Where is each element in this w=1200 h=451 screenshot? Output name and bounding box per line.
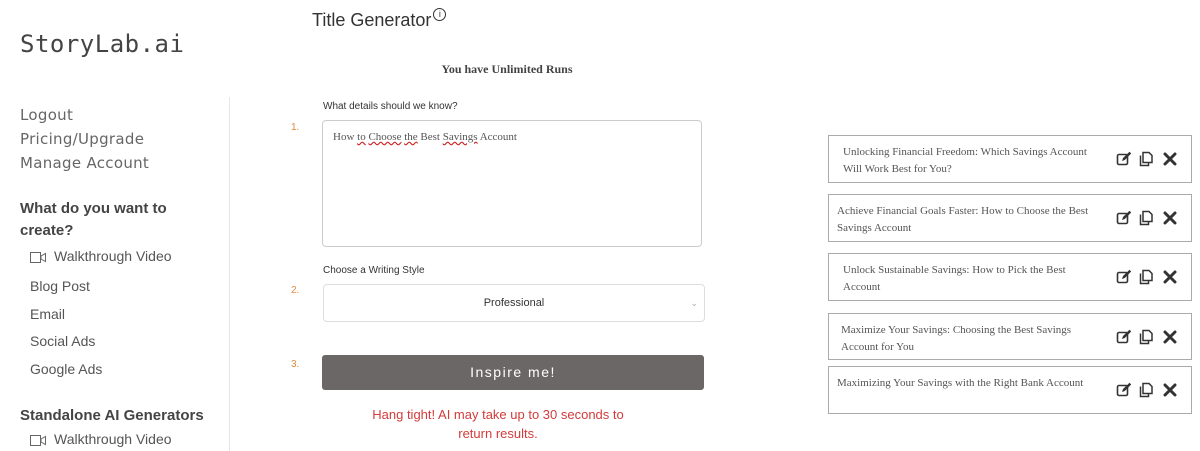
details-text: the: [404, 131, 418, 143]
copy-icon[interactable]: [1138, 381, 1156, 399]
result-title: Unlocking Financial Freedom: Which Savin…: [843, 146, 1087, 175]
pricing-upgrade-link[interactable]: Pricing/Upgrade: [20, 130, 144, 148]
wait-message: Hang tight! AI may take up to 30 seconds…: [340, 405, 656, 443]
result-card: Maximize Your Savings: Choosing the Best…: [828, 313, 1192, 360]
logout-link[interactable]: Logout: [20, 106, 73, 124]
close-icon[interactable]: [1161, 209, 1179, 227]
result-actions: [1115, 314, 1179, 359]
writing-style-value: Professional: [483, 297, 545, 309]
sidebar-item-google-ads[interactable]: Google Ads: [30, 361, 102, 377]
sidebar-item-social-ads[interactable]: Social Ads: [30, 333, 95, 349]
inspire-button[interactable]: Inspire me!: [322, 355, 704, 390]
details-text: to: [357, 131, 366, 143]
writing-style-label: Choose a Writing Style: [323, 265, 425, 276]
result-title: Maximizing Your Savings with the Right B…: [837, 377, 1084, 389]
runs-notice: You have Unlimited Runs: [441, 62, 573, 76]
close-icon[interactable]: [1161, 150, 1179, 168]
result-title: Unlock Sustainable Savings: How to Pick …: [843, 264, 1066, 293]
result-actions: [1115, 254, 1179, 300]
sidebar-item-label: Walkthrough Video: [54, 248, 172, 264]
result-actions: [1115, 136, 1179, 182]
result-card: Achieve Financial Goals Faster: How to C…: [828, 194, 1192, 242]
create-heading-line2: create?: [20, 222, 74, 239]
result-card: Unlocking Financial Freedom: Which Savin…: [828, 135, 1192, 183]
result-card: Unlock Sustainable Savings: How to Pick …: [828, 253, 1192, 301]
details-text: Savings: [442, 131, 478, 143]
result-title: Achieve Financial Goals Faster: How to C…: [837, 205, 1089, 234]
step-number-3: 3.: [291, 359, 300, 370]
create-heading-line1: What do you want to: [20, 200, 167, 217]
details-textarea[interactable]: How to Choose the Best Savings Account: [322, 120, 702, 247]
details-text: Best: [417, 131, 443, 143]
sidebar-item-blog-post[interactable]: Blog Post: [30, 278, 90, 294]
details-text: How: [333, 131, 358, 143]
wait-message-line1: Hang tight! AI may take up to 30 seconds…: [372, 407, 624, 422]
copy-icon[interactable]: [1138, 268, 1156, 286]
copy-icon[interactable]: [1138, 150, 1156, 168]
page-title: Title Generator i: [312, 8, 447, 31]
result-card: Maximizing Your Savings with the Right B…: [828, 366, 1192, 414]
details-label: What details should we know?: [323, 101, 458, 112]
manage-account-link[interactable]: Manage Account: [20, 154, 149, 172]
wait-message-line2: return results.: [458, 426, 538, 441]
chevron-down-icon: ⌄: [690, 298, 698, 308]
writing-style-select[interactable]: Professional ⌄: [323, 284, 705, 322]
step-number-2: 2.: [291, 285, 300, 296]
edit-icon[interactable]: [1115, 268, 1133, 286]
sidebar-item-walkthrough-video[interactable]: Walkthrough Video: [30, 248, 172, 264]
details-text: Choose: [368, 131, 402, 143]
edit-icon[interactable]: [1115, 150, 1133, 168]
standalone-heading: Standalone AI Generators: [20, 407, 204, 424]
edit-icon[interactable]: [1115, 328, 1133, 346]
edit-icon[interactable]: [1115, 381, 1133, 399]
step-number-1: 1.: [291, 122, 300, 133]
result-actions: [1115, 195, 1179, 241]
info-icon[interactable]: i: [433, 8, 447, 21]
details-text: Account: [477, 131, 517, 143]
close-icon[interactable]: [1161, 381, 1179, 399]
edit-icon[interactable]: [1115, 209, 1133, 227]
close-icon[interactable]: [1161, 268, 1179, 286]
copy-icon[interactable]: [1138, 328, 1156, 346]
copy-icon[interactable]: [1138, 209, 1156, 227]
logo[interactable]: StoryLab.ai: [20, 30, 184, 58]
result-title: Maximize Your Savings: Choosing the Best…: [841, 324, 1072, 353]
video-camera-icon: [30, 434, 46, 446]
close-icon[interactable]: [1161, 328, 1179, 346]
create-heading: What do you want to create?: [20, 200, 167, 239]
video-camera-icon: [30, 251, 46, 263]
sidebar-item-email[interactable]: Email: [30, 306, 65, 322]
page-title-text: Title Generator: [312, 10, 432, 30]
result-actions: [1115, 367, 1179, 413]
sidebar-item-standalone-walkthrough-video[interactable]: Walkthrough Video: [30, 431, 172, 447]
sidebar-item-label: Walkthrough Video: [54, 431, 172, 447]
sidebar-divider: [229, 97, 230, 451]
